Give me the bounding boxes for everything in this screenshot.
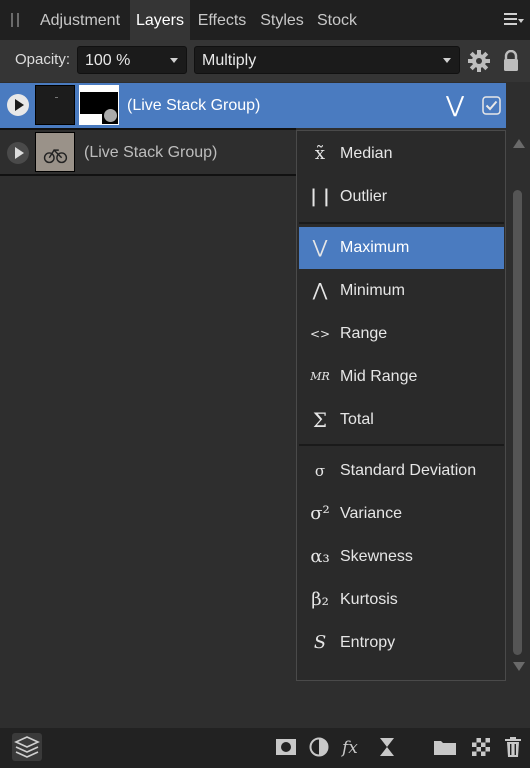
lock-icon[interactable] (502, 50, 520, 72)
expand-arrow-icon[interactable] (6, 141, 30, 165)
menu-item-maximum[interactable]: ⋁ Maximum (299, 227, 504, 269)
menu-item-label: Mid Range (340, 368, 418, 385)
skewness-icon: α₃ (310, 546, 330, 567)
menu-item-label: Standard Deviation (340, 462, 477, 479)
menu-item-label: Kurtosis (340, 591, 398, 608)
layer-name[interactable]: (Live Stack Group) (127, 97, 260, 115)
menu-item-range[interactable]: <> Range (299, 313, 504, 355)
layer-thumbnail (35, 85, 75, 125)
chevron-down-icon (443, 58, 451, 63)
menu-item-outlier[interactable]: | | Outlier (299, 176, 504, 218)
new-pixel-layer-icon[interactable] (470, 736, 492, 758)
variance-icon: σ² (310, 503, 330, 524)
tab-layers[interactable]: Layers (130, 0, 190, 40)
panel-tab-bar: Adjustment Layers Effects Styles Stock (0, 0, 530, 40)
svg-text:fx: fx (341, 738, 358, 758)
menu-item-label: Variance (340, 505, 402, 522)
sigma-sum-icon: Σ (312, 408, 328, 432)
visibility-checkbox[interactable] (482, 96, 501, 115)
tab-stock[interactable]: Stock (311, 0, 363, 40)
menu-separator (299, 444, 504, 446)
fx-effects-icon[interactable]: fx (341, 736, 365, 758)
layer-row-live-stack-2[interactable]: (Live Stack Group) (0, 130, 296, 175)
scrollbar-thumb[interactable] (513, 190, 522, 655)
blend-mode-value: Multiply (202, 52, 257, 69)
menu-item-total[interactable]: Σ Total (299, 399, 504, 441)
kurtosis-icon: β₂ (311, 589, 329, 610)
menu-item-label: Entropy (340, 634, 396, 651)
expand-arrow-icon[interactable] (6, 93, 30, 117)
menu-item-label: Range (340, 325, 388, 342)
menu-item-median[interactable]: x̃ Median (299, 133, 504, 175)
menu-item-minimum[interactable]: ⋀ Minimum (299, 270, 504, 312)
scroll-up-arrow-icon[interactable] (513, 139, 525, 148)
minimum-icon: ⋀ (312, 280, 328, 301)
panel-menu-icon[interactable] (504, 12, 524, 28)
menu-separator (299, 222, 504, 224)
menu-item-label: Minimum (340, 282, 405, 299)
blend-mode-dropdown[interactable]: Multiply (194, 46, 460, 74)
range-icon: <> (309, 327, 331, 341)
stack-operator-icon[interactable]: ⋁ (446, 93, 464, 118)
entropy-icon: S (313, 632, 327, 653)
trash-icon[interactable] (502, 736, 524, 758)
layer-thumbnail (35, 132, 75, 172)
folder-icon[interactable] (433, 736, 457, 758)
menu-item-entropy[interactable]: S Entropy (299, 622, 504, 664)
layer-options-bar: Opacity: 100 % Multiply (0, 40, 530, 82)
mask-layer-icon[interactable] (275, 736, 297, 758)
stack-operator-menu: x̃ Median | | Outlier ⋁ Maximum ⋀ Minimu… (296, 130, 506, 681)
opacity-label: Opacity: (15, 51, 71, 68)
menu-item-mid-range[interactable]: MR Mid Range (299, 356, 504, 398)
menu-item-label: Maximum (340, 239, 410, 256)
opacity-value: 100 % (85, 52, 131, 69)
menu-item-label: Outlier (340, 188, 388, 205)
tab-adjustment[interactable]: Adjustment (30, 0, 130, 40)
median-icon: x̃ (314, 143, 326, 164)
chevron-down-icon (170, 58, 178, 63)
menu-item-label: Total (340, 411, 374, 428)
layers-stack-icon[interactable] (12, 733, 42, 761)
mid-range-icon: MR (310, 370, 330, 383)
menu-item-label: Median (340, 145, 393, 162)
tab-styles[interactable]: Styles (254, 0, 310, 40)
menu-item-variance[interactable]: σ² Variance (299, 493, 504, 535)
layer-row-live-stack-1[interactable]: (Live Stack Group) ⋁ (0, 83, 506, 128)
layer-divider (0, 174, 296, 176)
layer-mask-thumbnail (79, 85, 119, 125)
scroll-down-arrow-icon[interactable] (513, 662, 525, 671)
menu-item-label: Skewness (340, 548, 413, 565)
layer-name[interactable]: (Live Stack Group) (84, 144, 217, 162)
menu-item-kurtosis[interactable]: β₂ Kurtosis (299, 579, 504, 621)
live-filter-hourglass-icon[interactable] (376, 736, 398, 758)
gear-icon[interactable] (467, 49, 491, 73)
menu-item-skewness[interactable]: α₃ Skewness (299, 536, 504, 578)
panel-grip-icon[interactable] (11, 13, 19, 27)
menu-item-standard-deviation[interactable]: σ Standard Deviation (299, 450, 504, 492)
outlier-icon: | | (310, 186, 330, 207)
std-dev-icon: σ (314, 462, 326, 480)
maximum-icon: ⋁ (312, 237, 328, 258)
adjustment-layer-icon[interactable] (308, 736, 330, 758)
opacity-dropdown[interactable]: 100 % (77, 46, 187, 74)
tab-effects[interactable]: Effects (191, 0, 253, 40)
